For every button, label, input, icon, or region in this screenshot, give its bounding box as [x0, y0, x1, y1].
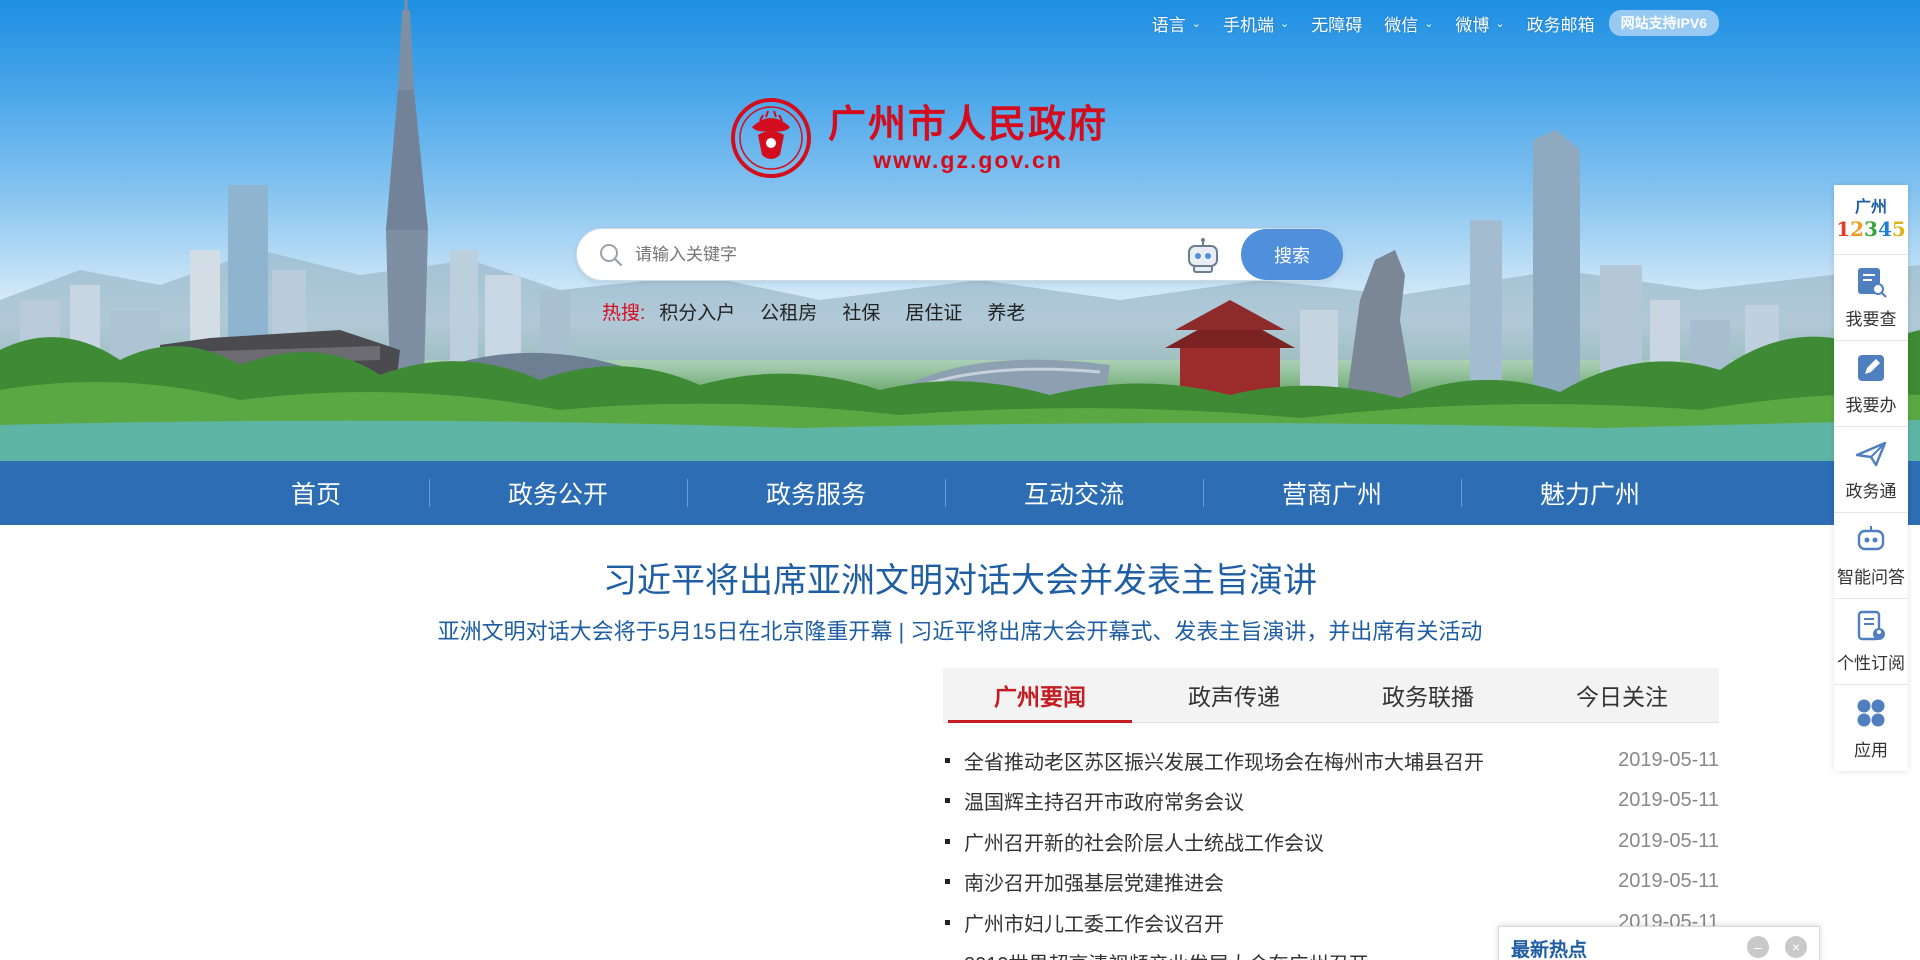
- sidebar-item-handle[interactable]: 我要办: [1834, 341, 1908, 427]
- robot-assistant-icon[interactable]: [1183, 237, 1223, 275]
- news-date: 2019-05-11: [1618, 870, 1719, 893]
- news-title[interactable]: 全省推动老区苏区振兴发展工作现场会在梅州市大埔县召开: [943, 746, 1484, 775]
- gov-mail-link[interactable]: 政务邮箱: [1527, 11, 1595, 36]
- hot-search-label: 热搜:: [602, 303, 646, 324]
- news-date: 2019-05-11: [1618, 748, 1719, 771]
- top-utility-bar: 语言 ⌄ 手机端 ⌄ 无障碍 微信 ⌄ 微博 ⌄ 政务邮箱 网站支持IPV6: [1130, 10, 1719, 36]
- search-box: 搜索: [576, 228, 1343, 281]
- hot-keyword[interactable]: 养老: [987, 298, 1025, 325]
- sidebar-item-label: 我要办: [1845, 396, 1897, 415]
- close-button[interactable]: ×: [1785, 936, 1807, 958]
- list-item: 南沙召开加强基层党建推进会 2019-05-11: [943, 862, 1719, 903]
- site-domain: www.gz.gov.cn: [873, 147, 1063, 173]
- chevron-down-icon: ⌄: [1495, 17, 1505, 30]
- sidebar-item-gov-connect[interactable]: 政务通: [1834, 427, 1908, 513]
- sidebar-item-label: 我要查: [1845, 310, 1897, 329]
- nav-item-gov-affairs[interactable]: 政务公开: [488, 461, 628, 525]
- sidebar-item-label: 个性订阅: [1837, 654, 1905, 673]
- search-icon: [600, 244, 623, 267]
- nav-divider: [429, 479, 430, 507]
- accessibility-link[interactable]: 无障碍: [1311, 11, 1362, 36]
- list-item: 温国辉主持召开市政府常务会议 2019-05-11: [943, 781, 1719, 822]
- news-date: 2019-05-11: [1618, 789, 1719, 812]
- news-title[interactable]: 广州市妇儿工委工作会议召开: [943, 908, 1224, 937]
- plane-icon: [1855, 441, 1887, 467]
- nav-divider: [1461, 479, 1462, 507]
- nav-item-interaction[interactable]: 互动交流: [1004, 461, 1144, 525]
- search-input[interactable]: [635, 241, 1215, 269]
- accessibility-link-label: 无障碍: [1311, 15, 1363, 35]
- main-nav: 首页 政务公开 政务服务 互动交流 营商广州 魅力广州: [0, 461, 1920, 525]
- banner: 语言 ⌄ 手机端 ⌄ 无障碍 微信 ⌄ 微博 ⌄ 政务邮箱 网站支持IPV6 广…: [0, 0, 1920, 461]
- news-title[interactable]: 温国辉主持召开市政府常务会议: [943, 786, 1244, 815]
- wechat-menu-label: 微信: [1384, 15, 1419, 35]
- nav-divider: [945, 479, 946, 507]
- nav-item-home[interactable]: 首页: [246, 461, 386, 525]
- news-title[interactable]: 广州召开新的社会阶层人士统战工作会议: [943, 827, 1324, 856]
- sidebar-item-apps[interactable]: 应用: [1834, 685, 1908, 771]
- subscribe-icon: [1857, 610, 1885, 641]
- news-title[interactable]: 2019世界超高清视频产业发展大会在广州召开: [943, 948, 1369, 960]
- robot-icon: [1857, 526, 1885, 551]
- apps-icon: [1857, 699, 1885, 726]
- gov-mail-link-label: 政务邮箱: [1526, 15, 1595, 35]
- headline-title[interactable]: 习近平将出席亚洲文明对话大会并发表主旨演讲: [0, 553, 1920, 602]
- weibo-menu[interactable]: 微博 ⌄: [1455, 11, 1504, 36]
- city-emblem-icon: [731, 98, 811, 178]
- hotline-12345[interactable]: 广州 12345: [1834, 185, 1908, 255]
- chevron-down-icon: ⌄: [1191, 17, 1201, 30]
- hot-keyword[interactable]: 积分入户: [659, 298, 735, 325]
- nav-item-charm[interactable]: 魅力广州: [1520, 461, 1660, 525]
- hot-keyword[interactable]: 居住证: [905, 298, 962, 325]
- list-item: 全省推动老区苏区振兴发展工作现场会在梅州市大埔县召开 2019-05-11: [943, 740, 1719, 781]
- weibo-menu-label: 微博: [1455, 15, 1490, 35]
- hotline-number: 12345: [1836, 216, 1906, 241]
- list-item: 广州召开新的社会阶层人士统战工作会议 2019-05-11: [943, 821, 1719, 862]
- sidebar-item-label: 智能问答: [1837, 568, 1905, 587]
- chevron-down-icon: ⌄: [1279, 17, 1290, 30]
- tab-gov-voice[interactable]: 政声传递: [1137, 668, 1331, 722]
- site-logo[interactable]: 广州市人民政府 www.gz.gov.cn: [730, 97, 1108, 179]
- site-name: 广州市人民政府: [828, 102, 1109, 146]
- mobile-menu-label: 手机端: [1222, 15, 1274, 35]
- nav-item-business[interactable]: 营商广州: [1262, 461, 1402, 525]
- minimize-button[interactable]: –: [1747, 936, 1769, 958]
- wechat-menu[interactable]: 微信 ⌄: [1384, 11, 1433, 36]
- language-menu[interactable]: 语言 ⌄: [1152, 11, 1201, 36]
- news-title[interactable]: 南沙召开加强基层党建推进会: [943, 867, 1224, 896]
- language-menu-label: 语言: [1151, 15, 1186, 35]
- chevron-down-icon: ⌄: [1424, 17, 1434, 30]
- ipv6-badge: 网站支持IPV6: [1608, 10, 1719, 36]
- sidebar-item-query[interactable]: 我要查: [1834, 255, 1908, 341]
- nav-divider: [687, 479, 688, 507]
- popup-title: 最新热点: [1511, 940, 1588, 960]
- search-doc-icon: [1858, 268, 1887, 298]
- sidebar-item-label: 政务通: [1845, 482, 1897, 501]
- news-date: 2019-05-11: [1618, 829, 1719, 852]
- edit-icon: [1858, 355, 1884, 381]
- hot-search: 热搜: 积分入户 公租房 社保 居住证 养老: [602, 298, 1050, 325]
- news-tabs: 广州要闻 政声传递 政务联播 今日关注: [943, 668, 1719, 723]
- nav-item-gov-services[interactable]: 政务服务: [746, 461, 886, 525]
- tab-guangzhou-news[interactable]: 广州要闻: [943, 668, 1137, 723]
- hotline-city: 广州: [1854, 198, 1887, 216]
- headline-subtitle[interactable]: 亚洲文明对话大会将于5月15日在北京隆重开幕 | 习近平将出席大会开幕式、发表主…: [0, 614, 1920, 646]
- sidebar-item-smart-qa[interactable]: 智能问答: [1834, 513, 1908, 599]
- sidebar-item-subscribe[interactable]: 个性订阅: [1834, 599, 1908, 685]
- search-button[interactable]: 搜索: [1241, 229, 1343, 280]
- hot-keyword[interactable]: 公租房: [760, 298, 817, 325]
- latest-hot-popup: 最新热点 – ×: [1498, 926, 1820, 960]
- sidebar-item-label: 应用: [1854, 740, 1888, 760]
- mobile-menu[interactable]: 手机端 ⌄: [1223, 11, 1289, 36]
- nav-divider: [1203, 479, 1204, 507]
- tab-today-focus[interactable]: 今日关注: [1525, 668, 1719, 722]
- hot-keyword[interactable]: 社保: [842, 298, 880, 325]
- tab-gov-broadcast[interactable]: 政务联播: [1331, 668, 1525, 722]
- floating-sidebar: 广州 12345 我要查 我要办 政务通 智能问答 个性订阅 应用: [1834, 185, 1908, 771]
